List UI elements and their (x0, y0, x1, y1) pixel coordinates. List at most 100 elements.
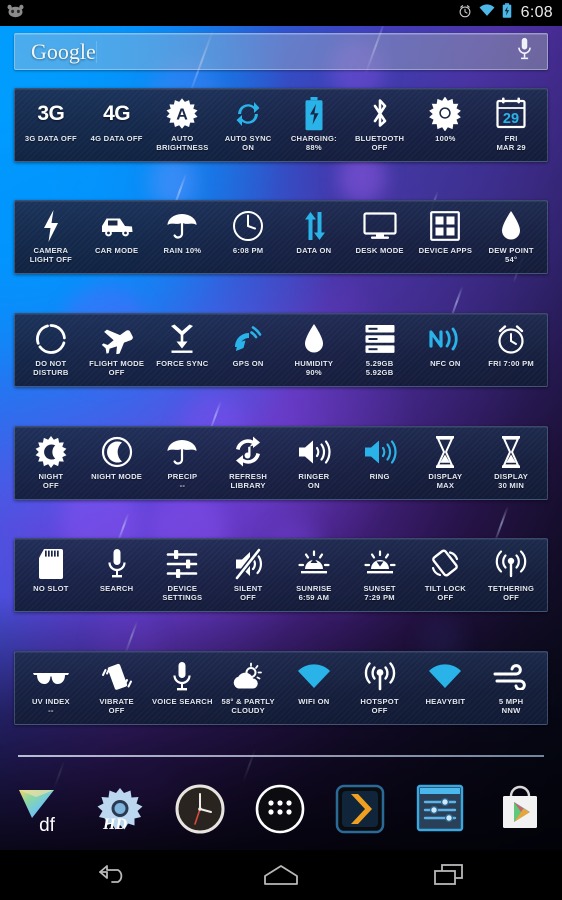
tile-hotspot[interactable]: HOTSPOT OFF (347, 657, 413, 720)
dock-item-app-drawer[interactable] (241, 770, 321, 850)
navigation-bar (0, 850, 562, 900)
tile-voice-search[interactable]: VOICE SEARCH (150, 657, 216, 720)
tile-dew-point[interactable]: DEW POINT 54° (478, 206, 544, 269)
tile-data[interactable]: DATA ON (281, 206, 347, 269)
wifi-icon (479, 4, 495, 22)
tile-label: DATA ON (296, 246, 332, 255)
tile-alarm[interactable]: FRI 7:00 PM (478, 319, 544, 382)
tile-sunrise[interactable]: SUNRISE 6:59 AM (281, 544, 347, 607)
speaker-on-icon (281, 432, 347, 472)
tile-display-timeout[interactable]: DISPLAY 30 MIN (478, 432, 544, 495)
tile-humidity[interactable]: HUMIDITY 90% (281, 319, 347, 382)
back-button[interactable] (58, 850, 168, 900)
tile-label: SUNSET 7:29 PM (363, 584, 396, 602)
tile-storage[interactable]: 5.29GB 5.92GB (347, 319, 413, 382)
3g-text-icon: 3G (37, 102, 65, 125)
tile-label: FLIGHT MODE OFF (89, 359, 145, 377)
tile-label: RAIN 10% (163, 246, 202, 255)
tile-brightness-level[interactable]: 100% (413, 94, 479, 157)
tile-weather[interactable]: 58° & PARTLY CLOUDY (215, 657, 281, 720)
tile-camera-light[interactable]: CAMERA LIGHT OFF (18, 206, 84, 269)
search-input[interactable]: Google (31, 39, 96, 65)
dock-item-plex[interactable] (321, 770, 401, 850)
tile-night-mode[interactable]: NIGHT MODE (84, 432, 150, 495)
tile-vibrate[interactable]: VIBRATE OFF (84, 657, 150, 720)
tile-label: NIGHT OFF (38, 472, 64, 490)
tile-do-not-disturb[interactable]: DO NOT DISTURB (18, 319, 84, 382)
tile-label: DESK MODE (355, 246, 404, 255)
tile-car-mode[interactable]: CAR MODE (84, 206, 150, 269)
tile-rain[interactable]: RAIN 10% (150, 206, 216, 269)
status-bar: 6:08 (0, 0, 562, 26)
tile-gps[interactable]: GPS ON (215, 319, 281, 382)
tile-flight-mode[interactable]: FLIGHT MODE OFF (84, 319, 150, 382)
tile-label: AUTO SYNC ON (224, 134, 272, 152)
tile-3g-data[interactable]: 3G 3G DATA OFF (18, 94, 84, 157)
tile-label: AUTO BRIGHTNESS (156, 134, 209, 152)
sunglasses-icon (18, 657, 84, 697)
tile-wifi[interactable]: WIFI ON (281, 657, 347, 720)
tile-ring[interactable]: RING (347, 432, 413, 495)
dock-item-dashclock[interactable]: df (0, 770, 80, 850)
google-search-bar[interactable]: Google (14, 33, 548, 70)
tile-label: VOICE SEARCH (151, 697, 213, 706)
tile-clock-time[interactable]: 6:08 PM (215, 206, 281, 269)
auto-brightness-icon: A (150, 94, 216, 134)
dock-item-settings-hd[interactable]: HD (80, 770, 160, 850)
tile-charging[interactable]: CHARGING: 88% (281, 94, 347, 157)
home-icon (264, 865, 298, 885)
tile-label: WIFI ON (298, 697, 330, 706)
tile-night-off[interactable]: NIGHT OFF (18, 432, 84, 495)
tile-4g-data[interactable]: 4G 4G DATA OFF (84, 94, 150, 157)
tile-device-apps[interactable]: DEVICE APPS (413, 206, 479, 269)
hotspot-icon (347, 657, 413, 697)
tile-bluetooth[interactable]: BLUETOOTH OFF (347, 94, 413, 157)
tile-force-sync[interactable]: FORCE SYNC (150, 319, 216, 382)
moon-circle-icon (84, 432, 150, 472)
tile-silent[interactable]: SILENT OFF (215, 544, 281, 607)
microphone-icon[interactable] (516, 37, 533, 66)
tile-ringer[interactable]: RINGER ON (281, 432, 347, 495)
tile-tilt-lock[interactable]: TILT LOCK OFF (413, 544, 479, 607)
brightness-sun-icon (413, 94, 479, 134)
tile-calendar[interactable]: 29 FRI MAR 29 (478, 94, 544, 157)
tile-label: VIBRATE OFF (99, 697, 134, 715)
tile-auto-brightness[interactable]: A AUTO BRIGHTNESS (150, 94, 216, 157)
svg-text:A: A (177, 106, 189, 124)
tile-label: DEVICE APPS (418, 246, 473, 255)
tile-label: 5 MPH NNW (498, 697, 524, 715)
tile-heavybit[interactable]: HEAVYBIT (413, 657, 479, 720)
tile-device-settings[interactable]: DEVICE SETTINGS (150, 544, 216, 607)
tile-tethering[interactable]: TETHERING OFF (478, 544, 544, 607)
dock-item-tasker-settings[interactable] (401, 770, 481, 850)
tile-label: TETHERING OFF (488, 584, 535, 602)
dock-item-play-store[interactable] (482, 770, 562, 850)
tile-refresh-library[interactable]: REFRESH LIBRARY (215, 432, 281, 495)
tile-uv-index[interactable]: UV INDEX -- (18, 657, 84, 720)
home-button[interactable] (226, 850, 336, 900)
recents-button[interactable] (394, 850, 504, 900)
tile-auto-sync[interactable]: AUTO SYNC ON (215, 94, 281, 157)
tile-precip[interactable]: PRECIP -- (150, 432, 216, 495)
rotation-lock-icon (413, 544, 479, 584)
tile-label: RINGER ON (298, 472, 330, 490)
tile-search[interactable]: SEARCH (84, 544, 150, 607)
dock-divider (18, 755, 544, 757)
tile-sd-card[interactable]: NO SLOT (18, 544, 84, 607)
dock-item-clock[interactable] (161, 770, 241, 850)
tile-label: DO NOT DISTURB (33, 359, 69, 377)
tile-display-max[interactable]: DISPLAY MAX (413, 432, 479, 495)
status-bar-clock: 6:08 (520, 4, 553, 21)
tile-nfc[interactable]: NFC ON (413, 319, 479, 382)
tile-wind[interactable]: 5 MPH NNW (478, 657, 544, 720)
tile-sunset[interactable]: SUNSET 7:29 PM (347, 544, 413, 607)
tile-label: CAR MODE (94, 246, 139, 255)
tile-desk-mode[interactable]: DESK MODE (347, 206, 413, 269)
umbrella-icon (150, 206, 216, 246)
widget-row-1: 3G 3G DATA OFF 4G 4G DATA OFF A AUTO BRI… (14, 88, 548, 162)
clock-face-icon (215, 206, 281, 246)
svg-text:HD: HD (102, 816, 127, 833)
widget-row-3: DO NOT DISTURB FLIGHT MODE OFF FORCE SYN… (14, 313, 548, 387)
tile-label: 6:08 PM (232, 246, 264, 255)
tile-label: FRI MAR 29 (496, 134, 526, 152)
